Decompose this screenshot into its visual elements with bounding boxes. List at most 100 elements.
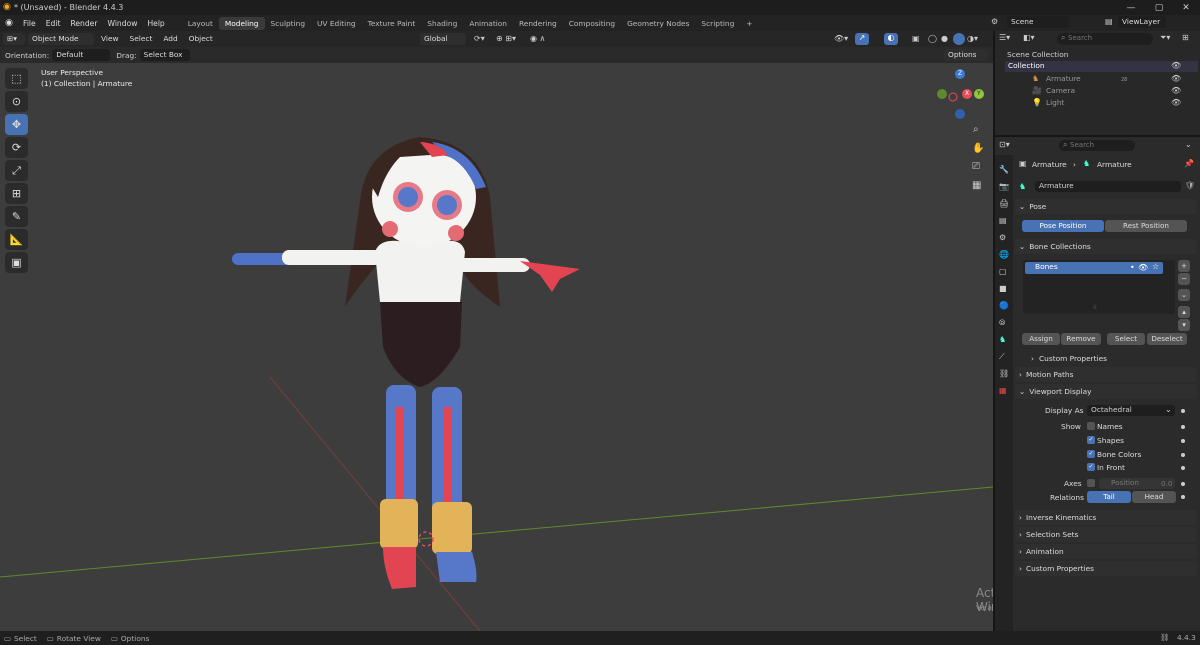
tab-shading[interactable]: Shading [421, 17, 463, 30]
bone-collections-list[interactable]: Bones • 👁 ☆ ⁞⁞ [1023, 260, 1175, 314]
bones-active-dot-icon[interactable]: • [1130, 263, 1135, 272]
remove-button[interactable]: Remove [1061, 333, 1101, 345]
gizmo-y-label[interactable]: Y [977, 90, 981, 97]
assign-button[interactable]: Assign [1022, 333, 1060, 345]
data-name-field[interactable]: Armature [1035, 181, 1181, 192]
tool-tab-icon[interactable]: 🔧 [999, 161, 1013, 178]
tab-animation[interactable]: Animation [463, 17, 513, 30]
tab-scripting[interactable]: Scripting [695, 17, 740, 30]
axes-keyframe-dot[interactable] [1181, 482, 1185, 486]
orientation-selector[interactable]: Default [52, 49, 111, 61]
render-tab-icon[interactable]: 📷 [999, 178, 1013, 195]
list-resize-grip-icon[interactable]: ⁞⁞ [1093, 304, 1097, 311]
display-mode-icon[interactable]: ◧▾ [1023, 33, 1035, 42]
collection-row[interactable]: Collection [1005, 61, 1198, 72]
inverse-kinematics-header[interactable]: › Inverse Kinematics [1015, 510, 1197, 525]
properties-search[interactable]: ⌕ Search [1059, 140, 1135, 151]
display-as-select[interactable]: Octahedral ⌄ [1087, 405, 1175, 416]
head-button[interactable]: Head [1132, 491, 1176, 503]
custom-properties-sub-chevron-icon[interactable]: › [1031, 354, 1034, 363]
animation-header[interactable]: › Animation [1015, 544, 1197, 559]
outliner-light[interactable]: Light [1046, 98, 1064, 107]
output-tab-icon[interactable]: 🖨 [999, 195, 1013, 212]
minimize-button[interactable]: — [1117, 0, 1145, 15]
options-button[interactable]: Options [944, 49, 988, 61]
camera-visibility-icon[interactable]: 👁 [1171, 86, 1181, 95]
light-visibility-icon[interactable]: 👁 [1171, 98, 1181, 107]
tab-modeling[interactable]: Modeling [218, 16, 265, 30]
bone-tab-icon[interactable]: ⟋ [999, 348, 1013, 365]
names-checkbox[interactable] [1087, 422, 1095, 430]
transform-orientation[interactable]: Global [420, 33, 466, 45]
menu-edit[interactable]: Edit [41, 19, 66, 28]
menu-help[interactable]: Help [142, 19, 169, 28]
props-options-icon[interactable]: ⌄ [1185, 140, 1192, 149]
perspective-toggle-icon[interactable]: ▦ [972, 180, 981, 191]
shapes-keyframe-dot[interactable] [1181, 439, 1185, 443]
filter-icon[interactable]: ⏷▾ [1160, 33, 1170, 43]
tab-texture-paint[interactable]: Texture Paint [362, 17, 422, 30]
overlay-toggle-icon[interactable]: ◐ [884, 33, 898, 45]
relations-keyframe-dot[interactable] [1181, 495, 1185, 499]
motion-paths-header[interactable]: › Motion Paths [1015, 367, 1197, 382]
proportional-edit-icon[interactable]: ◉ ∧ [530, 34, 545, 43]
add-bone-collection-button[interactable]: + [1178, 260, 1190, 272]
3d-viewport[interactable]: Z X Y User Perspective (1) Collection | … [0, 47, 993, 631]
bones-visibility-icon[interactable]: 👁 [1138, 263, 1148, 272]
selection-sets-header[interactable]: › Selection Sets [1015, 527, 1197, 542]
add-cube-tool-icon[interactable]: ▣ [5, 252, 28, 273]
annotate-tool-icon[interactable]: ✎ [5, 206, 28, 227]
pivot-icon[interactable]: ⟳▾ [474, 34, 485, 43]
transform-tool-icon[interactable]: ⊞ [5, 183, 28, 204]
bones-solo-icon[interactable]: ☆ [1152, 262, 1159, 271]
rendered-shading-icon[interactable]: ◑▾ [967, 34, 978, 43]
axes-position-field[interactable]: Position 0.0 [1099, 478, 1175, 489]
menu-object[interactable]: Object [185, 33, 217, 45]
properties-editor-icon[interactable]: ⊡▾ [999, 140, 1010, 149]
menu-select[interactable]: Select [126, 33, 157, 45]
select-box-tool-icon[interactable]: ⬚ [5, 68, 28, 89]
snap-icon[interactable]: ⊕ ⊞▾ [496, 34, 516, 43]
deselect-button[interactable]: Deselect [1147, 333, 1187, 345]
shapes-checkbox[interactable]: ✓ [1087, 436, 1095, 444]
tail-button[interactable]: Tail [1087, 491, 1131, 503]
scene-selector[interactable]: Scene [1007, 16, 1069, 28]
axes-checkbox[interactable] [1087, 479, 1095, 487]
view-layer-tab-icon[interactable]: ▤ [999, 212, 1013, 229]
pan-hand-icon[interactable]: ✋ [972, 143, 984, 154]
rest-position-button[interactable]: Rest Position [1105, 220, 1187, 232]
add-workspace-button[interactable]: + [740, 17, 758, 30]
gizmo-x-label[interactable]: X [965, 90, 969, 97]
drag-selector[interactable]: Select Box [139, 49, 190, 61]
pin-icon[interactable]: 📌 [1184, 159, 1194, 168]
custom-properties-header[interactable]: › Custom Properties [1015, 561, 1197, 576]
object-tab-icon[interactable]: ■ [999, 280, 1013, 297]
outliner-armature[interactable]: Armature [1046, 74, 1081, 83]
bone-colors-keyframe-dot[interactable] [1181, 453, 1185, 457]
outliner-search[interactable]: ⌕ Search [1057, 33, 1153, 45]
maximize-button[interactable]: ▢ [1145, 0, 1173, 15]
fake-user-icon[interactable]: 🛡 [1185, 181, 1195, 190]
measure-tool-icon[interactable]: 📐 [5, 229, 28, 250]
menu-window[interactable]: Window [102, 19, 142, 28]
visibility-icon[interactable]: 👁▾ [834, 34, 848, 43]
xray-icon[interactable]: ▣ [912, 34, 920, 43]
material-shading-icon[interactable] [953, 33, 965, 45]
world-tab-icon[interactable]: 🌐 [999, 246, 1013, 263]
collection-tab-icon[interactable]: ▢ [999, 263, 1013, 280]
bone-collection-menu-button[interactable]: ⌄ [1178, 289, 1190, 301]
names-keyframe-dot[interactable] [1181, 425, 1185, 429]
camera-view-icon[interactable]: ⎚ [972, 161, 980, 172]
new-collection-icon[interactable]: ⊞ [1182, 33, 1189, 42]
select-button[interactable]: Select [1107, 333, 1145, 345]
tab-uv-editing[interactable]: UV Editing [311, 17, 362, 30]
move-tool-icon[interactable]: ✥ [5, 114, 28, 135]
menu-render[interactable]: Render [65, 19, 102, 28]
in-front-keyframe-dot[interactable] [1181, 466, 1185, 470]
custom-properties-sub[interactable]: Custom Properties [1039, 354, 1107, 363]
armature-visibility-icon[interactable]: 👁 [1171, 74, 1181, 83]
bone-collections-header[interactable]: ⌄ Bone Collections [1015, 239, 1197, 254]
cursor-tool-icon[interactable]: ⊙ [5, 91, 28, 112]
gizmo-z-label[interactable]: Z [958, 70, 962, 77]
scene-tab-icon[interactable]: ⚙ [999, 229, 1013, 246]
